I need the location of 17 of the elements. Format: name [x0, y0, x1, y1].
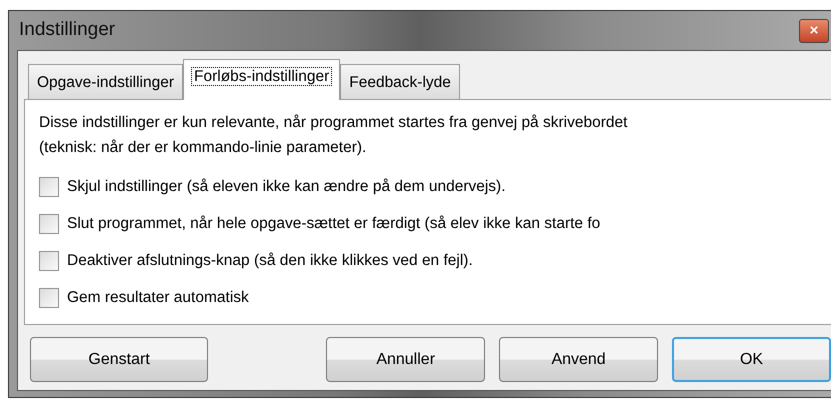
checkbox[interactable] — [39, 176, 59, 196]
dialog-button[interactable]: Anvend — [499, 337, 658, 382]
checkbox-label[interactable]: Skjul indstillinger (så eleven ikke kan ændre på dem undervejs). — [67, 174, 506, 198]
window-title: Indstillinger — [19, 18, 116, 42]
dialog-button[interactable]: OK — [672, 337, 831, 382]
checkbox[interactable] — [39, 288, 59, 308]
checkbox-label[interactable]: Gem resultater automatisk — [67, 286, 249, 310]
description-text: Disse indstillinger er kun relevante, når programmet startes fra genvej på skrivebordet (teknisk: når der er kommando-linie parameter). — [39, 113, 628, 158]
checkbox[interactable] — [39, 214, 59, 234]
checkbox-label[interactable]: Slut programmet, når hele opgave-sættet er færdigt (så elev ikke kan starte fo — [67, 212, 600, 236]
checkbox[interactable] — [39, 250, 59, 270]
tab[interactable]: Forløbs-indstillinger — [183, 59, 340, 100]
tab[interactable]: Opgave-indstillinger — [28, 64, 183, 99]
dialog-button[interactable]: Genstart — [30, 337, 208, 382]
tab[interactable]: Feedback-lyde — [340, 64, 460, 99]
dialog-button[interactable]: Annuller — [326, 337, 486, 382]
checkbox-label[interactable]: Deaktiver afslutnings-knap (så den ikke klikkes ved en fejl). — [67, 248, 473, 272]
